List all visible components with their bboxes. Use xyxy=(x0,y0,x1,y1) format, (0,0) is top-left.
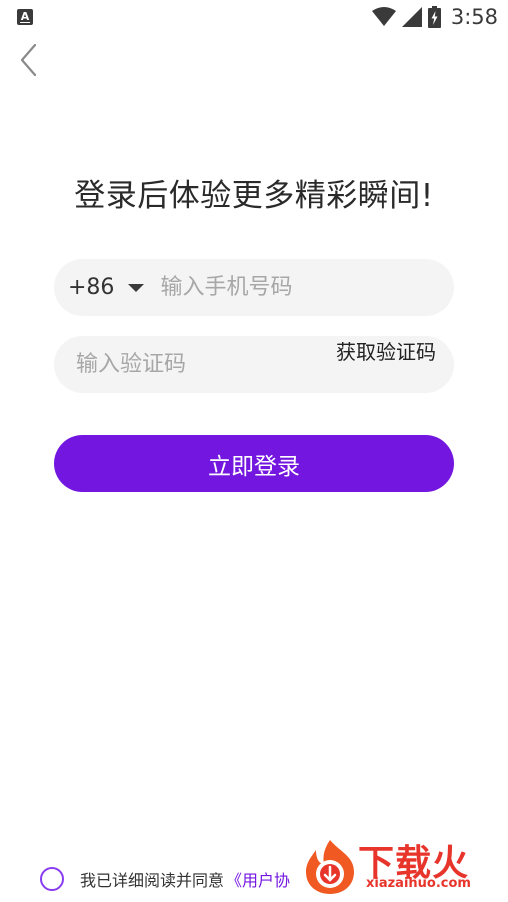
watermark-domain: xiazaihuo.com xyxy=(366,876,471,891)
flame-logo-icon xyxy=(306,840,354,894)
caret-down-icon xyxy=(128,283,145,292)
user-agreement-link[interactable]: 《用户协 xyxy=(226,867,290,891)
status-bar: A 3:58 xyxy=(0,0,508,34)
status-time: 3:58 xyxy=(450,5,498,29)
a-icon: A xyxy=(17,9,33,25)
verification-code-input[interactable] xyxy=(76,336,296,393)
battery-charging-icon xyxy=(427,6,441,28)
agreement-text: 我已详细阅读并同意 xyxy=(80,871,225,890)
login-button[interactable]: 立即登录 xyxy=(54,435,454,492)
wifi-icon xyxy=(371,7,396,26)
phone-field: +86 xyxy=(54,259,454,316)
get-code-button[interactable]: 获取验证码 xyxy=(336,336,436,393)
chevron-left-icon xyxy=(20,43,37,77)
page-title: 登录后体验更多精彩瞬间! xyxy=(74,178,434,214)
country-code-value: +86 xyxy=(68,275,115,300)
country-code-select[interactable]: +86 xyxy=(54,259,145,316)
back-button[interactable] xyxy=(14,40,46,80)
status-icons: 3:58 xyxy=(371,5,498,29)
signal-icon xyxy=(401,7,422,27)
agreement-row: 我已详细阅读并同意 《用户协 xyxy=(40,865,290,893)
watermark: 下载火 xiazaihuo.com xyxy=(300,834,504,896)
phone-input[interactable] xyxy=(160,259,411,316)
verification-code-field: 获取验证码 xyxy=(54,336,454,393)
agreement-checkbox[interactable] xyxy=(40,867,64,891)
